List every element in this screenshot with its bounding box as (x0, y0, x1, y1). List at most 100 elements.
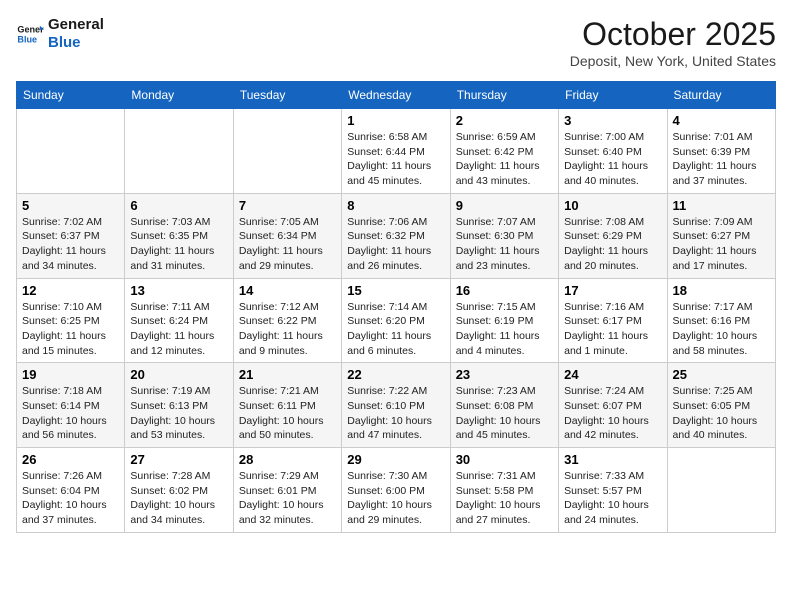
day-number: 14 (239, 283, 336, 298)
calendar-cell: 1 Sunrise: 6:58 AM Sunset: 6:44 PM Daylig… (342, 109, 450, 194)
day-number: 21 (239, 367, 336, 382)
calendar-cell: 24 Sunrise: 7:24 AM Sunset: 6:07 PM Dayli… (559, 363, 667, 448)
day-number: 17 (564, 283, 661, 298)
calendar-cell: 17 Sunrise: 7:16 AM Sunset: 6:17 PM Dayli… (559, 278, 667, 363)
day-info: Sunrise: 6:58 AM Sunset: 6:44 PM Dayligh… (347, 130, 444, 189)
day-info: Sunrise: 7:22 AM Sunset: 6:10 PM Dayligh… (347, 384, 444, 443)
calendar-week-4: 19 Sunrise: 7:18 AM Sunset: 6:14 PM Dayli… (17, 363, 776, 448)
calendar-cell: 22 Sunrise: 7:22 AM Sunset: 6:10 PM Dayli… (342, 363, 450, 448)
day-info: Sunrise: 7:31 AM Sunset: 5:58 PM Dayligh… (456, 469, 553, 528)
day-info: Sunrise: 7:10 AM Sunset: 6:25 PM Dayligh… (22, 300, 119, 359)
day-info: Sunrise: 7:25 AM Sunset: 6:05 PM Dayligh… (673, 384, 770, 443)
weekday-header-wednesday: Wednesday (342, 82, 450, 109)
location: Deposit, New York, United States (570, 53, 776, 69)
day-info: Sunrise: 7:08 AM Sunset: 6:29 PM Dayligh… (564, 215, 661, 274)
day-number: 28 (239, 452, 336, 467)
day-info: Sunrise: 7:23 AM Sunset: 6:08 PM Dayligh… (456, 384, 553, 443)
day-info: Sunrise: 7:14 AM Sunset: 6:20 PM Dayligh… (347, 300, 444, 359)
day-number: 13 (130, 283, 227, 298)
page-header: General Blue General Blue October 2025 D… (16, 16, 776, 69)
day-number: 7 (239, 198, 336, 213)
day-number: 2 (456, 113, 553, 128)
calendar-cell: 2Sunrise: 6:59 AM Sunset: 6:42 PM Daylig… (450, 109, 558, 194)
day-number: 15 (347, 283, 444, 298)
calendar-week-5: 26 Sunrise: 7:26 AM Sunset: 6:04 PM Dayli… (17, 448, 776, 533)
logo-blue: Blue (48, 34, 104, 52)
calendar-cell: 4 Sunrise: 7:01 AM Sunset: 6:39 PM Daylig… (667, 109, 775, 194)
day-info: Sunrise: 7:19 AM Sunset: 6:13 PM Dayligh… (130, 384, 227, 443)
calendar-week-3: 12 Sunrise: 7:10 AM Sunset: 6:25 PM Dayli… (17, 278, 776, 363)
month-title: October 2025 (570, 16, 776, 53)
day-info: Sunrise: 7:21 AM Sunset: 6:11 PM Dayligh… (239, 384, 336, 443)
day-number: 22 (347, 367, 444, 382)
day-number: 12 (22, 283, 119, 298)
calendar-week-2: 5 Sunrise: 7:02 AM Sunset: 6:37 PM Daylig… (17, 193, 776, 278)
day-number: 4 (673, 113, 770, 128)
day-number: 26 (22, 452, 119, 467)
day-number: 19 (22, 367, 119, 382)
day-number: 24 (564, 367, 661, 382)
title-area: October 2025 Deposit, New York, United S… (570, 16, 776, 69)
day-info: Sunrise: 7:05 AM Sunset: 6:34 PM Dayligh… (239, 215, 336, 274)
day-number: 6 (130, 198, 227, 213)
logo-icon: General Blue (16, 20, 44, 48)
day-info: Sunrise: 7:29 AM Sunset: 6:01 PM Dayligh… (239, 469, 336, 528)
day-number: 1 (347, 113, 444, 128)
calendar-cell: 8 Sunrise: 7:06 AM Sunset: 6:32 PM Daylig… (342, 193, 450, 278)
calendar-week-1: 1 Sunrise: 6:58 AM Sunset: 6:44 PM Daylig… (17, 109, 776, 194)
calendar-cell: 20Sunrise: 7:19 AM Sunset: 6:13 PM Dayli… (125, 363, 233, 448)
day-number: 11 (673, 198, 770, 213)
day-number: 10 (564, 198, 661, 213)
day-info: Sunrise: 7:07 AM Sunset: 6:30 PM Dayligh… (456, 215, 553, 274)
weekday-header-saturday: Saturday (667, 82, 775, 109)
logo-general: General (48, 16, 104, 34)
day-info: Sunrise: 7:26 AM Sunset: 6:04 PM Dayligh… (22, 469, 119, 528)
calendar-cell: 7 Sunrise: 7:05 AM Sunset: 6:34 PM Daylig… (233, 193, 341, 278)
calendar-cell: 10 Sunrise: 7:08 AM Sunset: 6:29 PM Dayli… (559, 193, 667, 278)
day-number: 3 (564, 113, 661, 128)
weekday-header-row: SundayMondayTuesdayWednesdayThursdayFrid… (17, 82, 776, 109)
svg-text:Blue: Blue (17, 34, 37, 44)
calendar-cell: 25Sunrise: 7:25 AM Sunset: 6:05 PM Dayli… (667, 363, 775, 448)
day-info: Sunrise: 7:06 AM Sunset: 6:32 PM Dayligh… (347, 215, 444, 274)
day-info: Sunrise: 7:18 AM Sunset: 6:14 PM Dayligh… (22, 384, 119, 443)
calendar-cell: 6 Sunrise: 7:03 AM Sunset: 6:35 PM Daylig… (125, 193, 233, 278)
calendar-cell: 21 Sunrise: 7:21 AM Sunset: 6:11 PM Dayli… (233, 363, 341, 448)
weekday-header-monday: Monday (125, 82, 233, 109)
day-info: Sunrise: 7:17 AM Sunset: 6:16 PM Dayligh… (673, 300, 770, 359)
calendar-cell: 16 Sunrise: 7:15 AM Sunset: 6:19 PM Dayli… (450, 278, 558, 363)
calendar-cell: 12 Sunrise: 7:10 AM Sunset: 6:25 PM Dayli… (17, 278, 125, 363)
weekday-header-sunday: Sunday (17, 82, 125, 109)
calendar-cell: 14 Sunrise: 7:12 AM Sunset: 6:22 PM Dayli… (233, 278, 341, 363)
day-info: Sunrise: 7:12 AM Sunset: 6:22 PM Dayligh… (239, 300, 336, 359)
calendar-cell: 11Sunrise: 7:09 AM Sunset: 6:27 PM Dayli… (667, 193, 775, 278)
day-info: Sunrise: 7:33 AM Sunset: 5:57 PM Dayligh… (564, 469, 661, 528)
calendar-cell: 28 Sunrise: 7:29 AM Sunset: 6:01 PM Dayli… (233, 448, 341, 533)
calendar-cell: 27Sunrise: 7:28 AM Sunset: 6:02 PM Dayli… (125, 448, 233, 533)
day-number: 16 (456, 283, 553, 298)
day-info: Sunrise: 7:30 AM Sunset: 6:00 PM Dayligh… (347, 469, 444, 528)
logo: General Blue General Blue (16, 16, 104, 52)
calendar-cell: 19 Sunrise: 7:18 AM Sunset: 6:14 PM Dayli… (17, 363, 125, 448)
day-number: 8 (347, 198, 444, 213)
day-info: Sunrise: 7:00 AM Sunset: 6:40 PM Dayligh… (564, 130, 661, 189)
calendar-cell: 23Sunrise: 7:23 AM Sunset: 6:08 PM Dayli… (450, 363, 558, 448)
day-info: Sunrise: 7:02 AM Sunset: 6:37 PM Dayligh… (22, 215, 119, 274)
calendar-cell: 5 Sunrise: 7:02 AM Sunset: 6:37 PM Daylig… (17, 193, 125, 278)
day-number: 29 (347, 452, 444, 467)
calendar-cell: 31Sunrise: 7:33 AM Sunset: 5:57 PM Dayli… (559, 448, 667, 533)
day-info: Sunrise: 7:16 AM Sunset: 6:17 PM Dayligh… (564, 300, 661, 359)
day-number: 5 (22, 198, 119, 213)
day-info: Sunrise: 7:24 AM Sunset: 6:07 PM Dayligh… (564, 384, 661, 443)
day-number: 9 (456, 198, 553, 213)
day-info: Sunrise: 7:03 AM Sunset: 6:35 PM Dayligh… (130, 215, 227, 274)
weekday-header-friday: Friday (559, 82, 667, 109)
calendar-cell: 18Sunrise: 7:17 AM Sunset: 6:16 PM Dayli… (667, 278, 775, 363)
day-info: Sunrise: 7:01 AM Sunset: 6:39 PM Dayligh… (673, 130, 770, 189)
day-info: Sunrise: 7:15 AM Sunset: 6:19 PM Dayligh… (456, 300, 553, 359)
calendar-cell: 9 Sunrise: 7:07 AM Sunset: 6:30 PM Daylig… (450, 193, 558, 278)
day-info: Sunrise: 7:11 AM Sunset: 6:24 PM Dayligh… (130, 300, 227, 359)
calendar-cell: 29 Sunrise: 7:30 AM Sunset: 6:00 PM Dayli… (342, 448, 450, 533)
calendar-cell (125, 109, 233, 194)
day-info: Sunrise: 7:28 AM Sunset: 6:02 PM Dayligh… (130, 469, 227, 528)
